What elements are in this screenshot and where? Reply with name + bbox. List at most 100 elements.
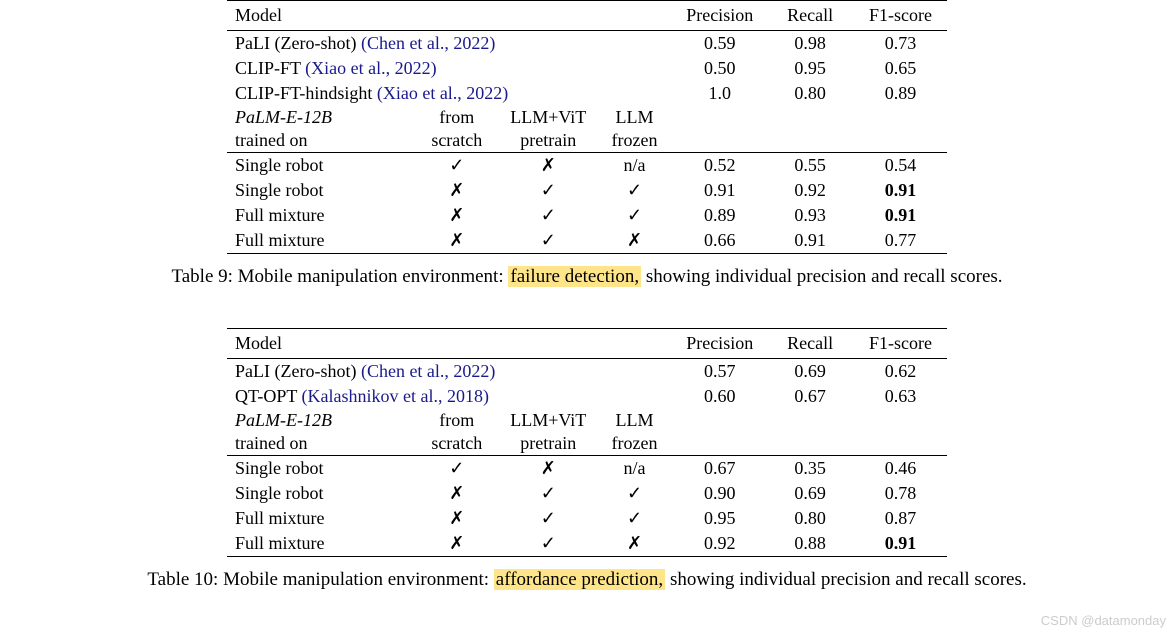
cell-recall: 0.95 <box>766 56 854 81</box>
check-icon: ✓ <box>596 481 673 506</box>
cell-precision: 0.89 <box>673 203 766 228</box>
cell-recall: 0.91 <box>766 228 854 254</box>
table10-caption: Table 10: Mobile manipulation environmen… <box>147 569 1026 591</box>
cell-precision: 0.60 <box>673 384 766 409</box>
table-row: CLIP-FT-hindsight (Xiao et al., 2022) 1.… <box>227 81 947 106</box>
subcol-scratch: scratch <box>413 432 501 456</box>
subcol-llmvit: LLM+ViT <box>501 409 596 432</box>
subheader-row: trained on scratch pretrain frozen <box>227 432 947 456</box>
table-row: Single robot ✗ ✓ ✓ 0.91 0.92 0.91 <box>227 178 947 203</box>
header-model: Model <box>227 329 413 359</box>
cell-f1: 0.73 <box>854 31 947 57</box>
subcol-pretrain: pretrain <box>501 129 596 153</box>
cross-icon: ✗ <box>596 531 673 557</box>
row-label: Single robot <box>227 153 413 179</box>
watermark: CSDN @datamonday <box>1041 613 1166 628</box>
check-icon: ✓ <box>596 203 673 228</box>
subcol-from: from <box>413 409 501 432</box>
header-precision: Precision <box>673 1 766 31</box>
check-icon: ✓ <box>413 153 501 179</box>
citation-link[interactable]: (Xiao et al., 2022) <box>305 58 436 78</box>
subcol-llm: LLM <box>596 409 673 432</box>
cell-recall: 0.92 <box>766 178 854 203</box>
row-label: Full mixture <box>227 531 413 557</box>
caption-prefix: Table 9: Mobile manipulation environment… <box>171 266 508 287</box>
subcol-llmvit: LLM+ViT <box>501 106 596 129</box>
header-precision: Precision <box>673 329 766 359</box>
cell-f1: 0.65 <box>854 56 947 81</box>
cross-icon: ✗ <box>413 178 501 203</box>
row-label: Single robot <box>227 481 413 506</box>
subcol-scratch: scratch <box>413 129 501 153</box>
header-model: Model <box>227 1 413 31</box>
cell-recall: 0.88 <box>766 531 854 557</box>
cell-precision: 0.57 <box>673 359 766 385</box>
caption-suffix: showing individual precision and recall … <box>665 569 1026 590</box>
cross-icon: ✗ <box>501 153 596 179</box>
row-label: Single robot <box>227 178 413 203</box>
caption-suffix: showing individual precision and recall … <box>641 266 1002 287</box>
table-row: Full mixture ✗ ✓ ✓ 0.95 0.80 0.87 <box>227 506 947 531</box>
cross-icon: ✗ <box>501 456 596 482</box>
caption-prefix: Table 10: Mobile manipulation environmen… <box>147 569 493 590</box>
table-row: PaLI (Zero-shot) (Chen et al., 2022) 0.5… <box>227 31 947 57</box>
check-icon: ✓ <box>596 506 673 531</box>
row-label: Single robot <box>227 456 413 482</box>
caption-highlight: affordance prediction, <box>494 569 665 590</box>
check-icon: ✓ <box>413 456 501 482</box>
check-icon: ✓ <box>501 178 596 203</box>
cell-recall: 0.55 <box>766 153 854 179</box>
baseline-name: QT-OPT <box>235 386 302 406</box>
row-label: Full mixture <box>227 203 413 228</box>
cell-precision: 0.52 <box>673 153 766 179</box>
header-recall: Recall <box>766 1 854 31</box>
cell-recall: 0.80 <box>766 81 854 106</box>
caption-highlight: failure detection, <box>508 266 641 287</box>
subcol-from: from <box>413 106 501 129</box>
citation-link[interactable]: (Chen et al., 2022) <box>361 33 495 53</box>
table-row: Single robot ✗ ✓ ✓ 0.90 0.69 0.78 <box>227 481 947 506</box>
cell-recall: 0.80 <box>766 506 854 531</box>
table-header-row: Model Precision Recall F1-score <box>227 329 947 359</box>
check-icon: ✓ <box>501 531 596 557</box>
baseline-name: CLIP-FT-hindsight <box>235 83 377 103</box>
cell-f1: 0.87 <box>854 506 947 531</box>
cross-icon: ✗ <box>413 481 501 506</box>
cell-na: n/a <box>596 153 673 179</box>
citation-link[interactable]: (Kalashnikov et al., 2018) <box>302 386 489 406</box>
cross-icon: ✗ <box>413 203 501 228</box>
citation-link[interactable]: (Chen et al., 2022) <box>361 361 495 381</box>
subcol-frozen: frozen <box>596 129 673 153</box>
check-icon: ✓ <box>501 228 596 254</box>
subheader-row: trained on scratch pretrain frozen <box>227 129 947 153</box>
subheader-row: PaLM-E-12B from LLM+ViT LLM <box>227 106 947 129</box>
check-icon: ✓ <box>596 178 673 203</box>
cell-recall: 0.98 <box>766 31 854 57</box>
cell-recall: 0.69 <box>766 481 854 506</box>
cross-icon: ✗ <box>413 531 501 557</box>
cell-precision: 1.0 <box>673 81 766 106</box>
cell-precision: 0.59 <box>673 31 766 57</box>
cross-icon: ✗ <box>413 228 501 254</box>
subcol-pretrain: pretrain <box>501 432 596 456</box>
cell-recall: 0.67 <box>766 384 854 409</box>
cell-precision: 0.95 <box>673 506 766 531</box>
cross-icon: ✗ <box>413 506 501 531</box>
cell-f1: 0.78 <box>854 481 947 506</box>
cell-precision: 0.50 <box>673 56 766 81</box>
cell-recall: 0.69 <box>766 359 854 385</box>
row-label: Full mixture <box>227 228 413 254</box>
table-row: QT-OPT (Kalashnikov et al., 2018) 0.60 0… <box>227 384 947 409</box>
cross-icon: ✗ <box>596 228 673 254</box>
cell-precision: 0.91 <box>673 178 766 203</box>
citation-link[interactable]: (Xiao et al., 2022) <box>377 83 508 103</box>
table-row: Full mixture ✗ ✓ ✗ 0.92 0.88 0.91 <box>227 531 947 557</box>
check-icon: ✓ <box>501 481 596 506</box>
check-icon: ✓ <box>501 203 596 228</box>
cell-f1: 0.91 <box>854 178 947 203</box>
table-row: PaLI (Zero-shot) (Chen et al., 2022) 0.5… <box>227 359 947 385</box>
table9: Model Precision Recall F1-score PaLI (Ze… <box>227 0 947 254</box>
cell-f1: 0.62 <box>854 359 947 385</box>
cell-precision: 0.66 <box>673 228 766 254</box>
table-row: Single robot ✓ ✗ n/a 0.52 0.55 0.54 <box>227 153 947 179</box>
